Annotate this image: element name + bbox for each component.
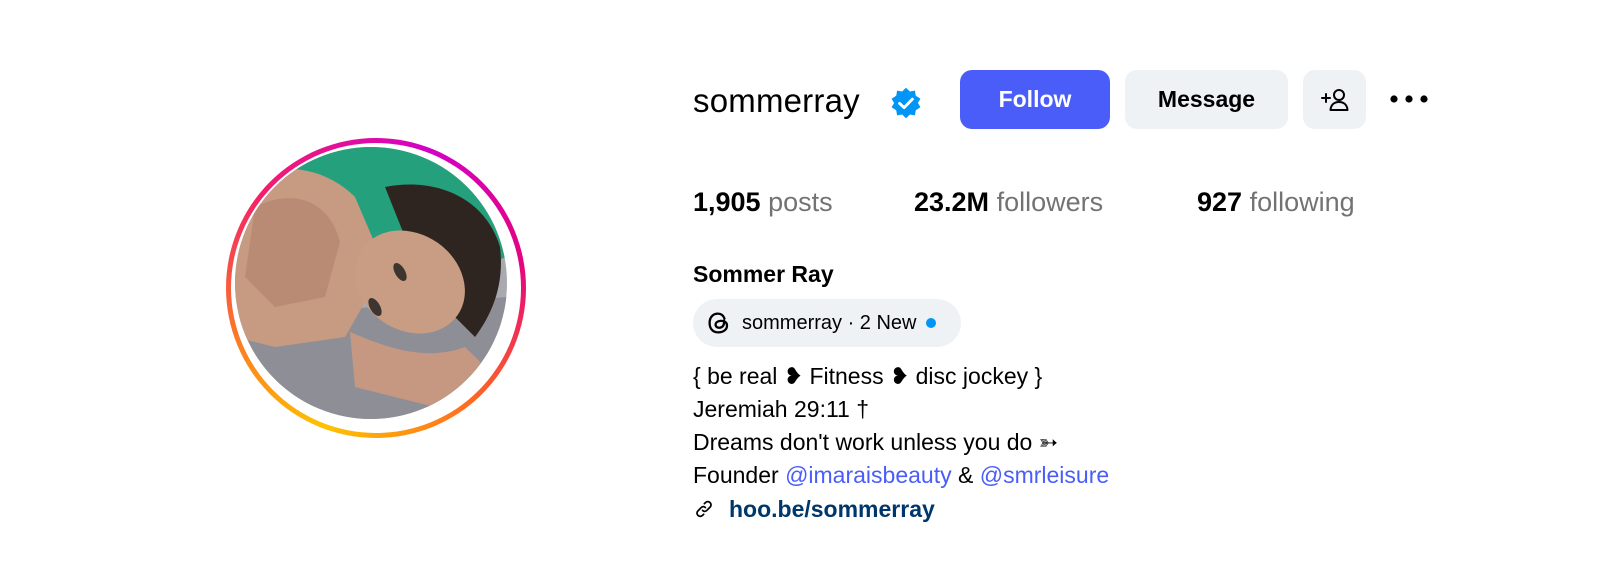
threads-label: sommerray · 2 New <box>742 311 917 334</box>
verified-badge-icon <box>891 87 921 119</box>
threads-badge[interactable]: sommerray · 2 New <box>693 299 961 347</box>
profile-page: sommerray Follow Message 1,905 posts 23.… <box>0 0 1600 564</box>
bio-founder-text: Founder <box>693 462 779 488</box>
external-link[interactable]: hoo.be/sommerray <box>729 496 935 523</box>
followers-stat[interactable]: 23.2M followers <box>914 184 1103 220</box>
profile-photo-image <box>235 147 507 419</box>
followers-label: followers <box>996 187 1104 217</box>
follow-button-label: Follow <box>998 86 1072 112</box>
bio-line-3: Dreams don't work unless you do ➳ <box>693 429 1058 455</box>
bio-ampersand: & <box>957 462 974 488</box>
profile-photo <box>235 147 507 419</box>
posts-count: 1,905 <box>693 187 761 217</box>
new-indicator-dot <box>926 318 937 328</box>
profile-avatar[interactable] <box>226 138 526 438</box>
external-link-row: hoo.be/sommerray <box>693 493 935 525</box>
more-options-icon[interactable] <box>1388 86 1430 112</box>
bio-line-2: Jeremiah 29:11 † <box>693 396 870 422</box>
suggested-accounts-button[interactable] <box>1303 70 1366 129</box>
followers-count: 23.2M <box>914 187 990 217</box>
mention-imaraisbeauty-link[interactable]: @imaraisbeauty <box>785 462 952 488</box>
follow-button[interactable]: Follow <box>960 70 1110 129</box>
profile-full-name: Sommer Ray <box>693 261 834 287</box>
following-count: 927 <box>1197 187 1243 217</box>
add-user-icon <box>1320 88 1348 111</box>
message-button[interactable]: Message <box>1125 70 1288 129</box>
mention-smrleisure-link[interactable]: @smrleisure <box>980 462 1109 488</box>
message-button-label: Message <box>1157 86 1256 112</box>
posts-label: posts <box>768 187 833 217</box>
posts-stat: 1,905 posts <box>693 184 833 220</box>
link-icon <box>696 500 712 518</box>
following-label: following <box>1249 187 1355 217</box>
profile-username: sommerray <box>693 82 860 119</box>
threads-icon <box>708 312 729 334</box>
bio-line-1: { be real ❥ Fitness ❥ disc jockey } <box>693 363 1043 389</box>
bio-line-4: Founder @imaraisbeauty & @smrleisure <box>693 459 1109 491</box>
following-stat[interactable]: 927 following <box>1197 184 1355 220</box>
